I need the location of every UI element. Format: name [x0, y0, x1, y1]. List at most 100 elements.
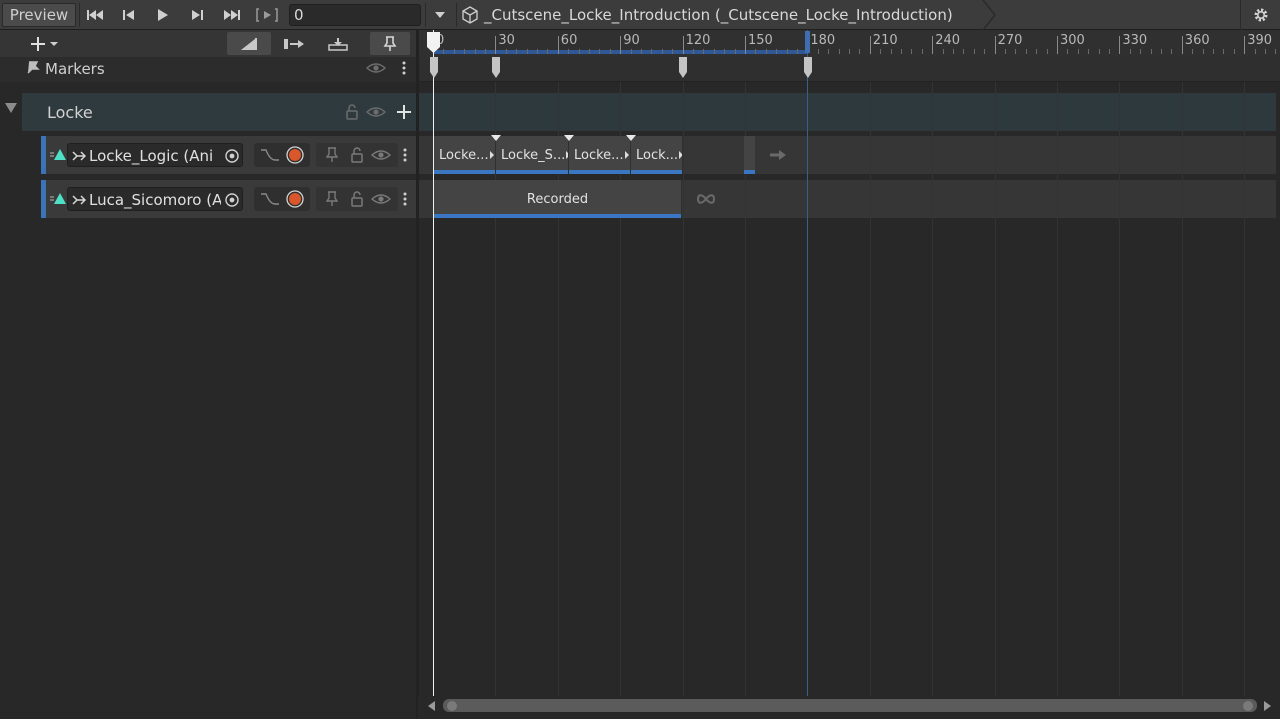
lock-icon[interactable] [345, 104, 359, 120]
timeline-asset-dropdown[interactable] [427, 3, 453, 27]
clip-progress-bar [744, 170, 755, 174]
first-frame-button[interactable] [81, 3, 109, 27]
timeline-gridline [932, 82, 934, 696]
ruler-minor-tick [537, 49, 538, 54]
eye-icon[interactable] [371, 192, 391, 206]
lock-icon[interactable] [350, 147, 364, 163]
timeline-gridline [869, 82, 871, 696]
timeline-marker[interactable] [429, 57, 439, 79]
ruler-major-tick [495, 36, 497, 54]
ruler-major-tick [994, 36, 996, 54]
ripple-edit-button[interactable] [274, 32, 314, 55]
ruler-minor-tick [641, 49, 642, 54]
collapse-chevron-icon[interactable] [5, 103, 17, 113]
ruler-minor-tick [953, 49, 954, 54]
timeline-end-marker[interactable] [805, 31, 810, 53]
curves-icon[interactable] [260, 148, 280, 162]
play-button[interactable] [149, 3, 177, 27]
play-range-icon [256, 8, 278, 22]
ruler-minor-tick [984, 49, 986, 54]
scrollbar-thumb-handle-right[interactable] [1243, 701, 1253, 711]
previous-frame-button[interactable] [115, 3, 143, 27]
settings-button[interactable] [1240, 0, 1280, 30]
scrollbar-thumb[interactable] [443, 699, 1257, 712]
eye-icon[interactable] [366, 61, 386, 75]
add-icon[interactable] [396, 104, 412, 120]
ruler-major-tick [869, 36, 871, 54]
eye-icon[interactable] [371, 148, 391, 162]
loop-extrapolation-icon [696, 194, 716, 204]
timeline-marker[interactable] [678, 57, 688, 79]
object-picker-icon[interactable] [224, 192, 240, 208]
ruler-minor-tick [797, 49, 798, 54]
ruler-minor-tick [661, 49, 663, 54]
ruler-major-tick [1181, 36, 1183, 54]
record-icon[interactable] [285, 146, 305, 166]
group-track-header[interactable]: Locke [22, 93, 418, 131]
animation-clip[interactable]: Locke... [569, 136, 631, 174]
replace-edit-button[interactable] [318, 32, 358, 55]
ruler-minor-tick [880, 49, 882, 54]
clip-label: Locke... [439, 147, 489, 163]
ruler-major-tick [620, 36, 622, 54]
markers-track[interactable] [418, 57, 1280, 82]
record-icon[interactable] [285, 190, 305, 210]
bound-object-field[interactable]: Luca_Sicomoro (A [67, 187, 243, 211]
more-options-icon[interactable] [402, 192, 408, 208]
panel-splitter[interactable] [416, 30, 419, 719]
replace-icon [328, 37, 348, 51]
eye-icon[interactable] [366, 105, 386, 119]
timeline-marker[interactable] [491, 57, 501, 79]
scroll-left-icon[interactable] [428, 701, 436, 711]
snap-to-frame-button[interactable] [370, 32, 410, 55]
animation-track-header[interactable]: Locke_Logic (Ani [41, 136, 418, 174]
track-state-group [316, 143, 398, 167]
bound-object-field[interactable]: Locke_Logic (Ani [67, 143, 243, 167]
ruler-minor-tick [630, 49, 632, 54]
object-picker-icon[interactable] [224, 148, 240, 164]
clip-label: Recorded [526, 191, 589, 207]
recorded-clip[interactable]: Recorded [434, 180, 682, 218]
clip-progress-bar [569, 170, 630, 174]
animator-icon [72, 195, 86, 205]
first-frame-icon [87, 10, 103, 20]
add-track-button[interactable] [24, 32, 66, 55]
current-time-field[interactable]: 0 [289, 4, 421, 26]
animation-clip[interactable]: Locke... [434, 136, 496, 174]
ripple-mode-button[interactable] [227, 32, 271, 55]
clip-label: Lock... [636, 147, 679, 163]
clip-fragment[interactable] [744, 136, 755, 174]
animation-clip[interactable]: Locke_S... [496, 136, 569, 174]
ruler-minor-tick [474, 49, 476, 54]
scroll-right-icon[interactable] [1264, 701, 1272, 711]
breadcrumb[interactable]: _Cutscene_Locke_Introduction (_Cutscene_… [460, 0, 953, 30]
ruler-minor-tick [1129, 49, 1131, 54]
ruler-minor-tick [1192, 49, 1194, 54]
playhead-handle[interactable] [426, 31, 441, 54]
ruler-minor-tick [911, 49, 913, 54]
next-frame-button[interactable] [183, 3, 211, 27]
ruler-tick-label: 180 [810, 33, 836, 48]
blend-marker-icon [626, 135, 636, 141]
pin-icon[interactable] [326, 191, 338, 207]
ruler-minor-tick [1265, 49, 1266, 54]
preview-button[interactable]: Preview [2, 3, 76, 27]
animation-clip[interactable]: Lock... [631, 136, 683, 174]
time-ruler[interactable]: 0 30 60 90 120 150 180 210 240 270 300 330 360 390 [418, 30, 1280, 57]
curves-icon[interactable] [260, 192, 280, 206]
lock-icon[interactable] [350, 191, 364, 207]
ruler-minor-tick [609, 49, 611, 54]
scrollbar-thumb-handle-left[interactable] [447, 701, 457, 711]
track-toolbar [0, 30, 418, 57]
last-frame-button[interactable] [217, 3, 247, 27]
ruler-major-tick [932, 36, 934, 54]
next-frame-icon [192, 10, 203, 20]
ruler-minor-tick [599, 49, 601, 54]
timeline-marker[interactable] [803, 57, 813, 79]
more-options-icon[interactable] [401, 60, 407, 76]
pin-icon[interactable] [326, 147, 338, 163]
more-options-icon[interactable] [402, 148, 408, 164]
animation-track-header[interactable]: Luca_Sicomoro (A [41, 180, 418, 218]
play-range-button[interactable] [253, 3, 281, 27]
ruler-minor-tick [734, 49, 736, 54]
